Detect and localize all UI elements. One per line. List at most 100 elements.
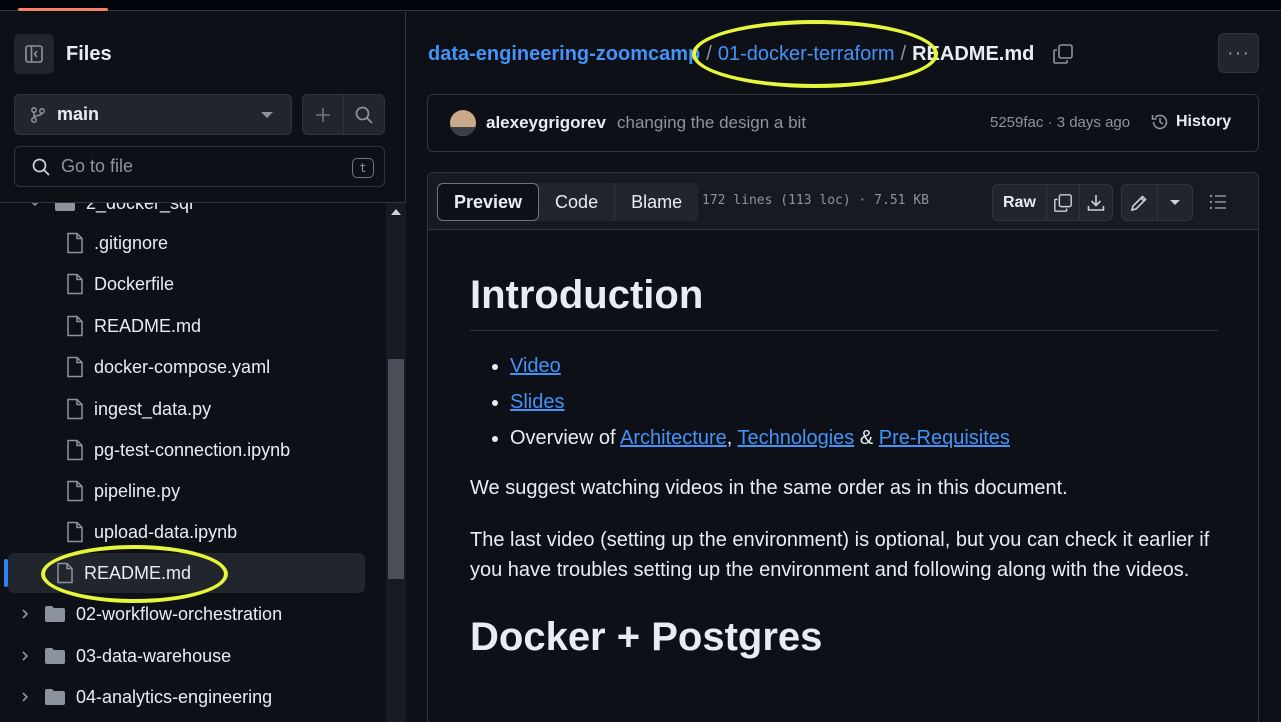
list-item: Slides: [510, 387, 1218, 423]
chevron-right-icon: [18, 650, 32, 662]
search-files-button[interactable]: [344, 95, 384, 134]
copy-icon: [1054, 193, 1072, 212]
tree-file-label: pipeline.py: [94, 480, 181, 501]
breadcrumb-folder-link[interactable]: 01-docker-terraform: [718, 43, 895, 66]
tree-file-label: ingest_data.py: [94, 398, 212, 419]
breadcrumb-repo-link[interactable]: data-engineering-zoomcamp: [428, 43, 700, 66]
breadcrumb: data-engineering-zoomcamp / 01-docker-te…: [428, 40, 1074, 68]
outline-button[interactable]: [1208, 192, 1228, 217]
branch-name: main: [57, 104, 100, 124]
tree-folder-workflow-orchestration[interactable]: 02-workflow-orchestration: [0, 594, 386, 634]
slides-link[interactable]: Slides: [510, 391, 564, 413]
active-tab-indicator: [18, 8, 108, 11]
file-icon: [67, 398, 83, 420]
copy-path-button[interactable]: [1052, 43, 1074, 65]
breadcrumb-current-file: README.md: [912, 42, 1035, 65]
breadcrumb-separator: /: [706, 42, 712, 65]
tree-file-readme-selected[interactable]: README.md: [4, 553, 365, 593]
tree-file-label: README.md: [84, 562, 192, 583]
tree-file-gitignore[interactable]: .gitignore: [66, 223, 366, 263]
readme-link-list: Video Slides Overview of Architecture, T…: [510, 351, 1218, 459]
folder-icon: [45, 606, 65, 622]
readme-content: Introduction Video Slides Overview of Ar…: [470, 273, 1218, 660]
keyboard-shortcut-hint: t: [352, 158, 374, 178]
scrollbar-thumb[interactable]: [388, 359, 404, 579]
files-header: Files: [14, 34, 112, 74]
tab-preview[interactable]: Preview: [437, 183, 540, 221]
avatar[interactable]: [450, 110, 476, 136]
sidebar-scrollbar[interactable]: [386, 203, 406, 722]
file-viewer: Preview Code Blame 172 lines (113 loc) ·…: [427, 172, 1259, 722]
go-to-file-input[interactable]: Go to file t: [14, 146, 385, 187]
folder-icon: [45, 689, 65, 705]
video-link[interactable]: Video: [510, 355, 561, 377]
chevron-down-icon: [261, 112, 273, 118]
pencil-icon: [1131, 194, 1148, 211]
file-icon: [67, 315, 83, 337]
tree-folder-analytics-engineering[interactable]: 04-analytics-engineering: [0, 677, 386, 717]
plus-icon: [316, 107, 330, 122]
raw-button[interactable]: Raw: [993, 194, 1046, 212]
file-icon: [67, 232, 83, 254]
prerequisites-link[interactable]: Pre-Requisites: [879, 427, 1010, 449]
file-info: 172 lines (113 loc) · 7.51 KB: [702, 193, 929, 208]
file-tree: 2_docker_sql .gitignore Dockerfile READM…: [0, 203, 386, 722]
tree-file-label: .gitignore: [94, 232, 169, 253]
view-mode-tabs: Preview Code Blame: [437, 183, 699, 221]
edit-actions: [1121, 184, 1193, 221]
top-header-strip: [0, 0, 1281, 11]
ampersand-text: &: [859, 427, 874, 449]
files-title: Files: [66, 42, 112, 65]
tree-file-pipeline[interactable]: pipeline.py: [66, 471, 366, 511]
readme-heading-docker-postgres: Docker + Postgres: [470, 615, 823, 659]
architecture-link[interactable]: Architecture: [620, 427, 727, 449]
tree-folder-data-warehouse[interactable]: 03-data-warehouse: [0, 636, 386, 676]
tree-file-readme-sub[interactable]: README.md: [66, 306, 366, 346]
history-button[interactable]: History: [1150, 112, 1231, 132]
list-icon: [1209, 194, 1226, 210]
tree-folder-label: 02-workflow-orchestration: [76, 603, 283, 624]
folder-icon: [45, 648, 65, 664]
edit-options-dropdown[interactable]: [1156, 185, 1192, 220]
file-icon: [67, 356, 83, 378]
add-file-button[interactable]: [303, 95, 344, 134]
tree-file-label: Dockerfile: [94, 273, 175, 294]
technologies-link[interactable]: Technologies: [738, 427, 855, 449]
tree-file-label: docker-compose.yaml: [94, 356, 271, 377]
sidebar-panel-icon: [25, 45, 43, 63]
folder-icon: [55, 203, 75, 211]
history-label: History: [1176, 113, 1232, 130]
go-to-file-placeholder: Go to file: [61, 156, 134, 176]
chevron-down-icon: [28, 203, 42, 209]
download-button[interactable]: [1078, 185, 1112, 220]
commit-author[interactable]: alexeygrigorev: [486, 113, 606, 133]
scroll-up-arrow-icon[interactable]: [391, 209, 401, 215]
tree-file-ingest-data[interactable]: ingest_data.py: [66, 389, 366, 429]
file-icon: [67, 521, 83, 543]
tree-folder-label: 03-data-warehouse: [76, 645, 232, 666]
branch-selector[interactable]: main: [14, 94, 292, 135]
tab-code[interactable]: Code: [539, 183, 614, 221]
copy-raw-button[interactable]: [1045, 185, 1079, 220]
tab-blame[interactable]: Blame: [614, 183, 698, 221]
collapse-sidebar-button[interactable]: [14, 34, 54, 74]
tree-folder-label: 04-analytics-engineering: [76, 686, 273, 707]
search-icon: [355, 106, 373, 124]
file-icon: [57, 562, 73, 584]
tree-folder-label: 2_docker_sql: [86, 203, 193, 214]
file-icon: [67, 480, 83, 502]
tree-file-dockerfile[interactable]: Dockerfile: [66, 264, 366, 304]
readme-heading-introduction: Introduction: [470, 273, 1218, 331]
tree-file-docker-compose[interactable]: docker-compose.yaml: [66, 347, 366, 387]
search-icon: [32, 158, 50, 176]
commit-message[interactable]: changing the design a bit: [617, 113, 806, 133]
tree-file-pg-test-connection[interactable]: pg-test-connection.ipynb: [66, 430, 366, 470]
file-icon: [67, 273, 83, 295]
tree-folder-docker-sql[interactable]: 2_docker_sql: [28, 203, 386, 223]
edit-button[interactable]: [1122, 185, 1157, 220]
commit-meta[interactable]: 5259fac · 3 days ago: [990, 114, 1130, 131]
file-toolbar: Preview Code Blame 172 lines (113 loc) ·…: [428, 173, 1258, 230]
more-options-button[interactable]: ···: [1218, 33, 1259, 73]
tree-file-label: pg-test-connection.ipynb: [94, 439, 291, 460]
tree-file-upload-data[interactable]: upload-data.ipynb: [66, 512, 366, 552]
